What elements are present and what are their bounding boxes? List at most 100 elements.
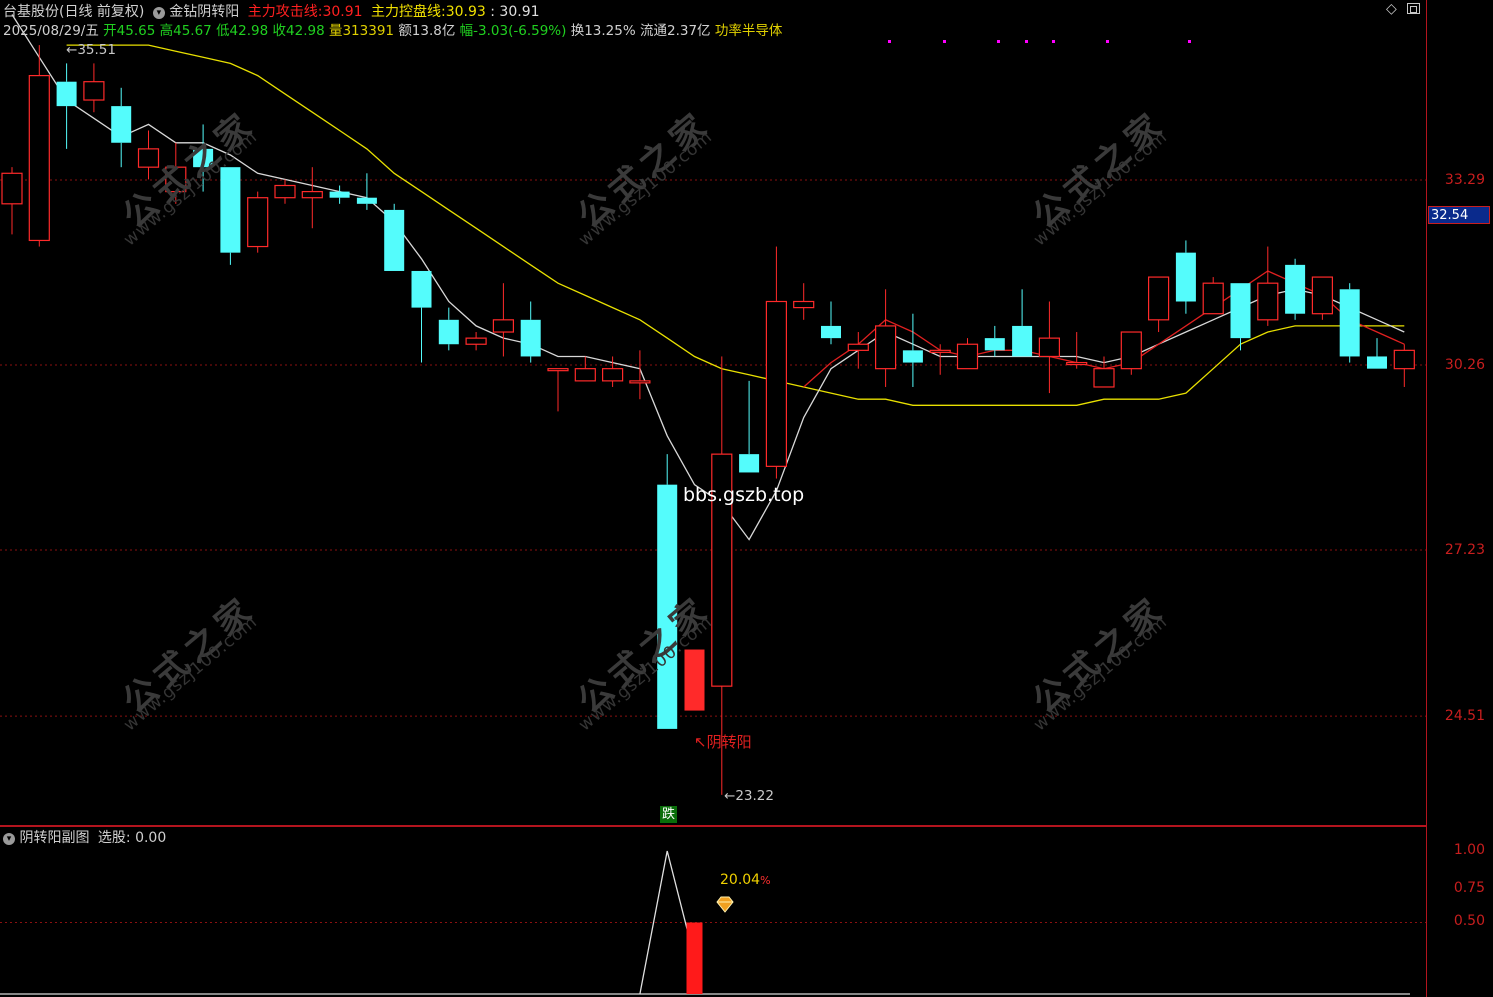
sub-chart[interactable] [0,827,1426,997]
candle-body [902,350,923,363]
attack-value: 30.91 [322,4,363,20]
candle-body [601,368,624,382]
candle-body [329,191,350,198]
candle-body [1393,349,1415,370]
amount-value: 额13.8亿 [398,23,456,39]
candle-body [1012,325,1033,357]
sub-axis-label: 0.50 [1453,913,1485,929]
candle-body [520,319,541,357]
candle-body [629,380,651,384]
indicator-name[interactable]: 金钻阴转阳 [169,4,239,20]
sector-label[interactable]: 功率半导体 [715,23,783,39]
low-value: 低42.98 [216,23,269,39]
signal-label-text: 阴转阳 [706,733,752,751]
candle-body [274,184,296,199]
candle-body [1038,337,1061,358]
low-mark-value: 23.22 [735,788,774,804]
candle-body [465,337,487,345]
candle-body [28,74,50,242]
period-label[interactable]: (日线 前复权) [59,4,144,20]
sub-bar-label: 20.04% [720,872,771,888]
sub-panel-toggle-icon[interactable]: ▾ [3,833,15,845]
candle-body [1066,361,1088,366]
candle-body [1311,276,1334,315]
control-value-2: : 30.91 [490,4,540,20]
price-axis-label: 33.29 [1444,172,1485,188]
candle-body [984,338,1005,351]
sub-bar-suffix: % [760,874,771,887]
candle-body [1367,356,1387,369]
candle-body [1175,252,1196,302]
diamond-icon[interactable]: ◇ [1386,1,1397,17]
high-mark-label: ←35.51 [66,42,116,58]
price-axis-label: 27.23 [1444,542,1485,558]
change-value: 幅-3.03(-6.59%) [459,23,567,39]
candle-body [220,167,241,253]
attack-label: 主力攻击线: [247,4,323,20]
drop-badge: 跌 [660,806,678,823]
sub-panel-title[interactable]: 阴转阳副图 [19,830,89,846]
diamond-gem-icon [715,896,735,918]
candle-body [956,343,979,370]
signal-dot [1188,40,1191,43]
candle-body [1285,264,1306,314]
high-value: 高45.67 [159,23,212,39]
candle-body [1339,289,1360,357]
turnover-value: 换13.25% [570,23,636,39]
sub-bar-value: 20.04 [720,872,761,888]
candle-body [874,325,897,370]
axis-divider [1426,0,1427,997]
sub-signal-bar [686,922,703,994]
indicator-toggle-icon[interactable]: ▾ [152,7,165,19]
signal-dot [888,40,891,43]
candle-body [356,197,377,204]
header-line-2: 2025/08/29/五 开45.65 高45.67 低42.98 收42.98… [3,19,782,39]
candle-body [1230,283,1251,339]
high-mark-value: 35.51 [77,42,116,58]
candle-body [83,81,105,101]
price-axis-label: 24.51 [1444,708,1485,724]
window-restore-icon[interactable] [1407,3,1420,14]
site-watermark-text: bbs.gszb.top [683,484,805,506]
candle-body [247,197,269,248]
candle-body [574,368,596,382]
sub-panel-header: ▾ 阴转阳副图 选股: 0.00 [3,827,166,847]
low-mark-label: ←23.22 [724,788,774,804]
signal-dot [943,40,946,43]
signal-dot [1106,40,1109,43]
candle-body [547,368,569,372]
date: 2025/08/29/五 [3,23,99,39]
candle-body [384,209,405,271]
candle-body [1120,331,1142,370]
control-value: 30.93 [445,4,486,20]
header-line-1: 台基股份(日线 前复权) ▾ 金钻阴转阳 主力攻击线:30.91 主力控盘线:3… [3,1,540,21]
candle-body [301,191,323,199]
float-cap-value: 流通2.37亿 [639,23,711,39]
volume-value: 量313391 [328,23,395,39]
price-axis-label: 30.26 [1444,357,1485,373]
control-label: 主力控盘线: [371,4,446,20]
signal-dot [1025,40,1028,43]
cursor-price-tag: 32.54 [1428,206,1490,224]
candle-body [684,649,705,711]
candle-body [1147,276,1170,321]
candle-body [821,325,841,339]
candle-body [492,319,514,333]
sub-axis-label: 1.00 [1453,842,1485,858]
candle-body [847,343,869,351]
candle-body [411,270,432,308]
sub-axis-label: 0.75 [1453,880,1485,896]
signal-dot [1052,40,1055,43]
candle-body [1202,282,1224,315]
stock-name[interactable]: 台基股份 [3,4,59,20]
signal-dot [997,40,1000,43]
candle-body [1,172,23,205]
candle-body [793,300,815,309]
candle-body [438,319,459,345]
candle-body [1257,282,1279,321]
candle-body [765,300,788,467]
signal-label: ↖阴转阳 [694,733,752,751]
sub-panel-select-label: 选股: 0.00 [97,830,167,846]
candle-body [56,81,77,107]
candle-body [1093,368,1115,388]
